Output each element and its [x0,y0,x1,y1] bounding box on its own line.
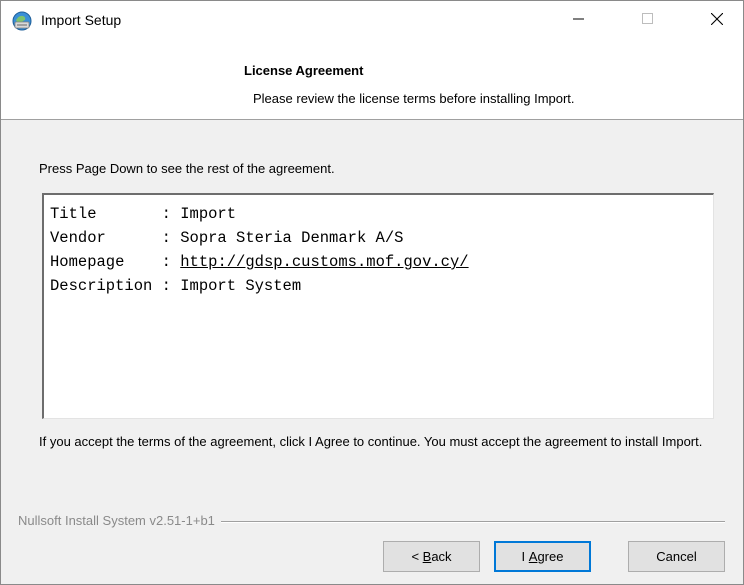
homepage-link[interactable]: http://gdsp.customs.mof.gov.cy/ [180,253,468,271]
license-line-vendor: Vendor : Sopra Steria Denmark A/S [50,229,404,247]
back-button-label: Back [422,549,452,564]
license-text-box[interactable]: Title : Import Vendor : Sopra Steria Den… [42,193,714,419]
license-line-description: Description : Import System [50,277,302,295]
installer-branding: Nullsoft Install System v2.51-1+b1 [18,513,221,528]
back-button-prefix: < [411,549,423,564]
page-subtitle: Please review the license terms before i… [253,91,575,106]
back-button[interactable]: < Back [383,541,480,572]
page-title: License Agreement [244,63,364,78]
close-icon [710,12,724,28]
installer-globe-icon [12,11,32,31]
maximize-button[interactable] [625,1,671,39]
license-line-title: Title : Import [50,205,237,223]
setup-window: Import Setup License Agreement Please re… [0,0,744,585]
agree-button-prefix: I [521,549,529,564]
accept-instructions: If you accept the terms of the agreement… [39,434,703,449]
close-button[interactable] [694,1,740,39]
minimize-icon [573,13,585,28]
agree-button-label: Agree [528,549,564,564]
agree-button[interactable]: I Agree [494,541,591,572]
header-panel: License Agreement Please review the lice… [1,39,743,120]
homepage-label: Homepage : [50,253,181,271]
license-line-homepage: Homepage : http://gdsp.customs.mof.gov.c… [50,250,469,274]
title-bar[interactable]: Import Setup [1,1,743,39]
minimize-button[interactable] [556,1,602,39]
instruction-text: Press Page Down to see the rest of the a… [39,161,335,176]
cancel-button[interactable]: Cancel [628,541,725,572]
maximize-icon [642,12,654,28]
window-title: Import Setup [41,12,122,28]
license-content: Title : Import Vendor : Sopra Steria Den… [50,202,469,298]
